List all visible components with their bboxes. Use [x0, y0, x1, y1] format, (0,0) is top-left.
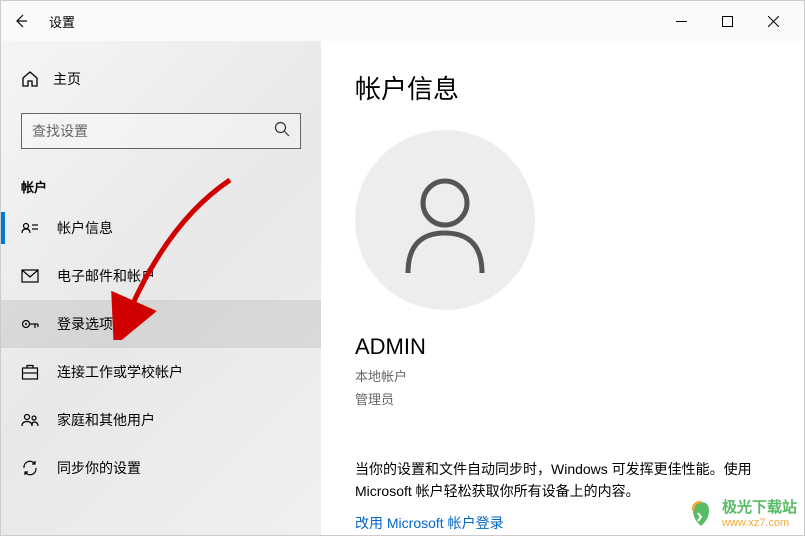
user-role: 管理员: [355, 389, 770, 408]
avatar: [355, 130, 535, 310]
briefcase-icon: [21, 363, 39, 381]
maximize-icon: [722, 16, 733, 27]
sync-icon: [21, 459, 39, 477]
user-name: ADMIN: [355, 334, 770, 360]
watermark: 极光下载站 www.xz7.com: [686, 499, 797, 530]
window-title: 设置: [49, 12, 75, 31]
people-icon: [21, 411, 39, 429]
back-button[interactable]: [9, 9, 33, 33]
sidebar-item-work-school[interactable]: 连接工作或学校帐户: [1, 348, 321, 396]
mail-icon: [21, 267, 39, 285]
sidebar: 主页 帐户 帐户信息 电子邮件和帐户: [1, 41, 321, 535]
switch-to-microsoft-account-link[interactable]: 改用 Microsoft 帐户登录: [355, 513, 504, 533]
sidebar-item-label: 登录选项: [57, 314, 113, 334]
sidebar-item-label: 帐户信息: [57, 218, 113, 238]
titlebar: 设置: [1, 1, 804, 41]
sidebar-item-label: 家庭和其他用户: [57, 410, 155, 430]
sidebar-item-label: 连接工作或学校帐户: [57, 362, 183, 382]
person-card-icon: [21, 219, 39, 237]
main-content: 帐户信息 ADMIN 本地帐户 管理员 当你的设置和文件自动同步时，Window…: [321, 41, 804, 535]
sidebar-item-signin-options[interactable]: 登录选项: [1, 300, 321, 348]
minimize-button[interactable]: [658, 5, 704, 37]
minimize-icon: [676, 16, 687, 27]
close-icon: [768, 16, 779, 27]
sync-description: 当你的设置和文件自动同步时，Windows 可发挥更佳性能。使用 Microso…: [355, 458, 770, 503]
home-button[interactable]: 主页: [1, 61, 321, 97]
section-label: 帐户: [1, 165, 321, 204]
maximize-button[interactable]: [704, 5, 750, 37]
home-icon: [21, 70, 39, 88]
search-icon: [274, 121, 290, 142]
close-button[interactable]: [750, 5, 796, 37]
search-input[interactable]: [32, 123, 274, 139]
watermark-logo-icon: [686, 499, 716, 529]
sidebar-item-label: 电子邮件和帐户: [57, 266, 155, 286]
home-label: 主页: [53, 69, 81, 89]
watermark-title: 极光下载站: [722, 499, 797, 517]
sidebar-item-label: 同步你的设置: [57, 458, 141, 478]
sidebar-item-sync[interactable]: 同步你的设置: [1, 444, 321, 492]
sidebar-item-account-info[interactable]: 帐户信息: [1, 204, 321, 252]
page-heading: 帐户信息: [355, 69, 770, 106]
account-type: 本地帐户: [355, 366, 770, 385]
user-avatar-icon: [390, 165, 500, 275]
key-icon: [21, 315, 39, 333]
sidebar-item-family-users[interactable]: 家庭和其他用户: [1, 396, 321, 444]
arrow-left-icon: [13, 13, 29, 29]
search-box[interactable]: [21, 113, 301, 149]
watermark-url: www.xz7.com: [722, 517, 797, 530]
sidebar-item-email-accounts[interactable]: 电子邮件和帐户: [1, 252, 321, 300]
